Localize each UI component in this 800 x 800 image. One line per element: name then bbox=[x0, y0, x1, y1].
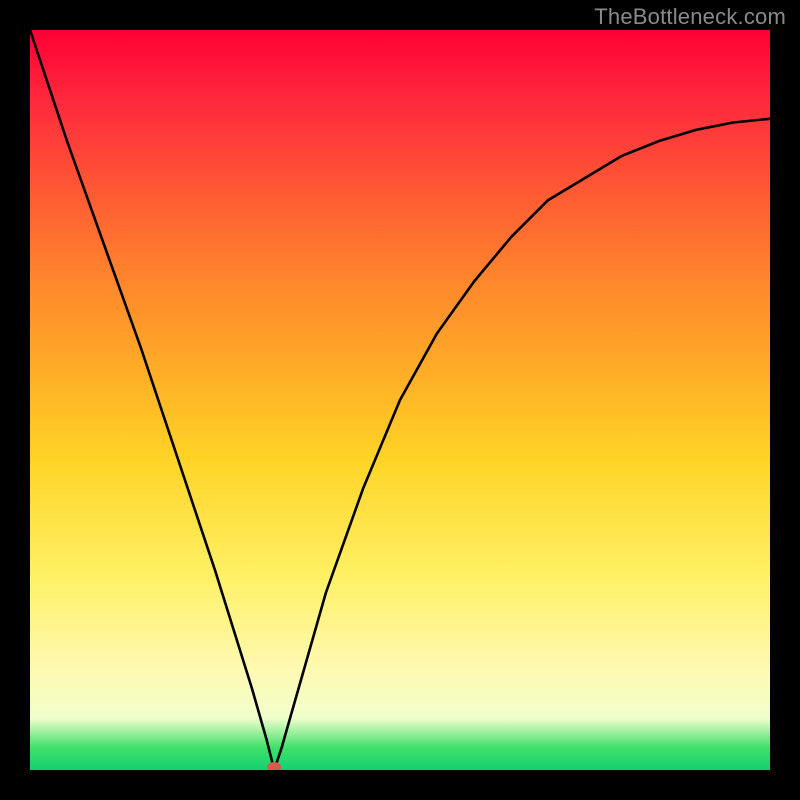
watermark-text: TheBottleneck.com bbox=[594, 4, 786, 30]
bottleneck-curve bbox=[30, 30, 770, 770]
optimal-point-marker bbox=[267, 762, 281, 770]
plot-area bbox=[30, 30, 770, 770]
chart-frame: TheBottleneck.com bbox=[0, 0, 800, 800]
curve-svg bbox=[30, 30, 770, 770]
